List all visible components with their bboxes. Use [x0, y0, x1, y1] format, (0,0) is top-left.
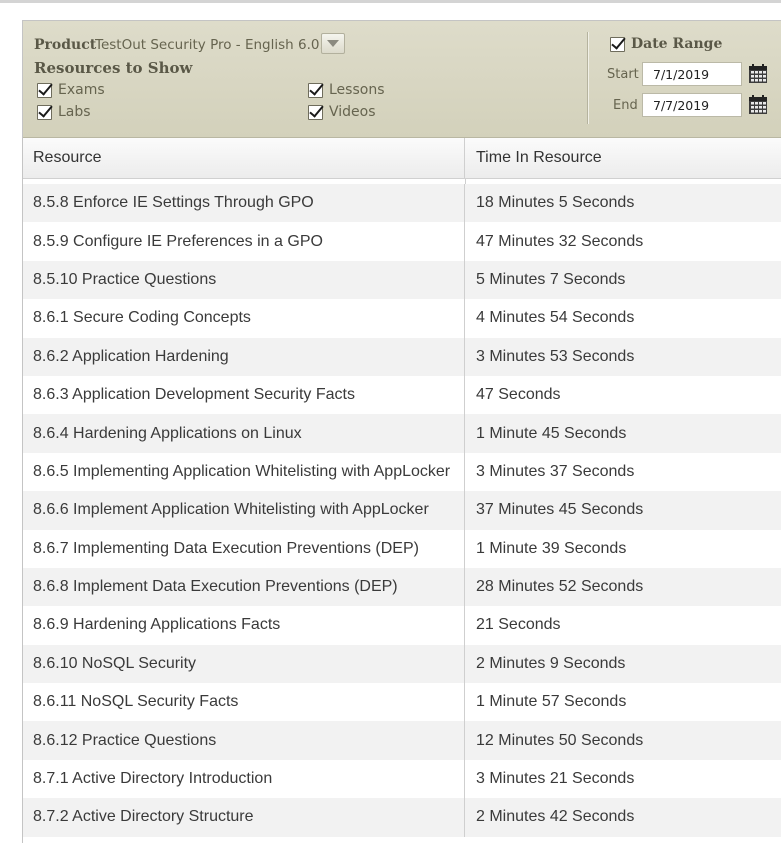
date-range-label: Date Range — [631, 36, 723, 52]
time-cell: 18 Minutes 5 Seconds — [476, 194, 635, 212]
table-row[interactable]: 8.6.8 Implement Data Execution Preventio… — [23, 567, 781, 607]
resource-cell: 8.6.11 NoSQL Security Facts — [23, 683, 465, 722]
exams-label: Exams — [58, 82, 105, 98]
resource-cell: 8.6.12 Practice Questions — [23, 721, 465, 760]
time-cell: 4 Minutes 54 Seconds — [476, 309, 635, 327]
time-cell: 47 Minutes 32 Seconds — [476, 232, 644, 250]
exams-checkbox[interactable] — [37, 82, 52, 98]
resource-cell: 8.6.5 Implementing Application Whitelist… — [23, 452, 465, 492]
time-cell: 37 Minutes 45 Seconds — [476, 501, 644, 519]
table-row[interactable]: 8.6.3 Application Development Security F… — [23, 375, 781, 415]
filter-exams[interactable]: Exams — [37, 82, 105, 98]
resource-cell: 8.7.2 Active Directory Structure — [23, 798, 465, 837]
labs-checkbox[interactable] — [37, 104, 52, 120]
resource-cell: 8.5.8 Enforce IE Settings Through GPO — [23, 184, 465, 223]
table-row[interactable]: 8.6.12 Practice Questions 12 Minutes 50 S… — [23, 721, 781, 760]
resource-time-table: Resource Time In Resource 8.5.8 Enforce … — [23, 138, 781, 837]
resources-to-show-title: Resources to Show — [34, 59, 193, 77]
top-border — [0, 0, 781, 3]
table-header: Resource Time In Resource — [23, 138, 781, 179]
resource-cell: 8.6.8 Implement Data Execution Preventio… — [23, 567, 465, 607]
time-cell: 3 Minutes 53 Seconds — [476, 347, 635, 365]
table-row[interactable]: 8.6.1 Secure Coding Concepts 4 Minutes 54… — [23, 299, 781, 338]
table-row[interactable]: 8.6.7 Implementing Data Execution Preven… — [23, 529, 781, 568]
resource-cell: 8.6.2 Application Hardening — [23, 337, 465, 376]
table-row[interactable]: 8.5.9 Configure IE Preferences in a GPO 4… — [23, 222, 781, 261]
table-row[interactable]: 8.6.6 Implement Application Whitelisting… — [23, 491, 781, 530]
resource-cell: 8.6.7 Implementing Data Execution Preven… — [23, 529, 465, 568]
product-dropdown-button[interactable] — [321, 33, 345, 54]
product-label: Product — [34, 37, 97, 53]
resource-cell: 8.6.3 Application Development Security F… — [23, 375, 465, 415]
table-row[interactable]: 8.7.2 Active Directory Structure 2 Minute… — [23, 798, 781, 837]
product-value[interactable]: TestOut Security Pro - English 6.0.4 — [95, 37, 332, 53]
date-range-toggle[interactable]: Date Range — [610, 36, 722, 52]
lessons-label: Lessons — [329, 82, 385, 98]
time-cell: 12 Minutes 50 Seconds — [476, 731, 644, 749]
time-cell: 3 Minutes 37 Seconds — [476, 462, 635, 480]
table-row[interactable]: 8.6.9 Hardening Applications Facts 21 Sec… — [23, 606, 781, 645]
resource-cell: 8.6.4 Hardening Applications on Linux — [23, 414, 465, 453]
end-date-label: End — [613, 98, 638, 113]
filter-videos[interactable]: Videos — [308, 104, 376, 120]
table-row[interactable]: 8.6.10 NoSQL Security 2 Minutes 9 Seconds — [23, 644, 781, 684]
resource-cell: 8.6.9 Hardening Applications Facts — [23, 606, 465, 645]
column-header-resource[interactable]: Resource — [23, 138, 465, 178]
time-cell: 2 Minutes 42 Seconds — [476, 808, 635, 826]
time-cell: 47 Seconds — [476, 386, 561, 404]
videos-label: Videos — [329, 104, 376, 120]
end-date-field[interactable]: 7/7/2019 — [642, 93, 742, 117]
table-row[interactable]: 8.6.2 Application Hardening 3 Minutes 53 … — [23, 337, 781, 376]
report-panel: Product TestOut Security Pro - English 6… — [22, 20, 781, 843]
table-row[interactable]: 8.5.10 Practice Questions 5 Minutes 7 Sec… — [23, 260, 781, 300]
table-row[interactable]: 8.7.1 Active Directory Introduction 3 Min… — [23, 759, 781, 799]
time-cell: 5 Minutes 7 Seconds — [476, 270, 626, 288]
chevron-down-icon — [327, 40, 339, 47]
calendar-icon[interactable] — [748, 64, 768, 84]
column-header-time[interactable]: Time In Resource — [465, 138, 781, 178]
lessons-checkbox[interactable] — [308, 82, 323, 98]
filter-bar: Product TestOut Security Pro - English 6… — [23, 21, 781, 138]
labs-label: Labs — [58, 104, 91, 120]
resource-cell: 8.6.6 Implement Application Whitelisting… — [23, 491, 465, 530]
table-row[interactable]: 8.6.4 Hardening Applications on Linux 1 M… — [23, 414, 781, 453]
filter-labs[interactable]: Labs — [37, 104, 91, 120]
time-cell: 2 Minutes 9 Seconds — [476, 654, 626, 672]
time-cell: 3 Minutes 21 Seconds — [476, 770, 635, 788]
table-row[interactable]: 8.6.11 NoSQL Security Facts 1 Minute 57 S… — [23, 683, 781, 722]
table-row[interactable]: 8.5.8 Enforce IE Settings Through GPO 18 … — [23, 184, 781, 223]
date-range-checkbox[interactable] — [610, 36, 625, 52]
time-cell: 1 Minute 39 Seconds — [476, 539, 627, 557]
filter-divider — [587, 32, 589, 124]
time-cell: 21 Seconds — [476, 616, 561, 634]
time-cell: 1 Minute 57 Seconds — [476, 693, 627, 711]
videos-checkbox[interactable] — [308, 104, 323, 120]
filter-lessons[interactable]: Lessons — [308, 82, 385, 98]
resource-cell: 8.6.1 Secure Coding Concepts — [23, 299, 465, 338]
resource-cell: 8.6.10 NoSQL Security — [23, 644, 465, 684]
start-date-label: Start — [607, 67, 639, 82]
resource-cell: 8.5.9 Configure IE Preferences in a GPO — [23, 222, 465, 261]
table-row[interactable]: 8.6.5 Implementing Application Whitelist… — [23, 452, 781, 492]
resource-cell: 8.7.1 Active Directory Introduction — [23, 759, 465, 799]
calendar-icon[interactable] — [748, 95, 768, 115]
time-cell: 28 Minutes 52 Seconds — [476, 578, 644, 596]
time-cell: 1 Minute 45 Seconds — [476, 424, 627, 442]
resource-cell: 8.5.10 Practice Questions — [23, 260, 465, 300]
start-date-field[interactable]: 7/1/2019 — [642, 62, 742, 86]
table-body: 8.5.8 Enforce IE Settings Through GPO 18 … — [23, 184, 781, 837]
